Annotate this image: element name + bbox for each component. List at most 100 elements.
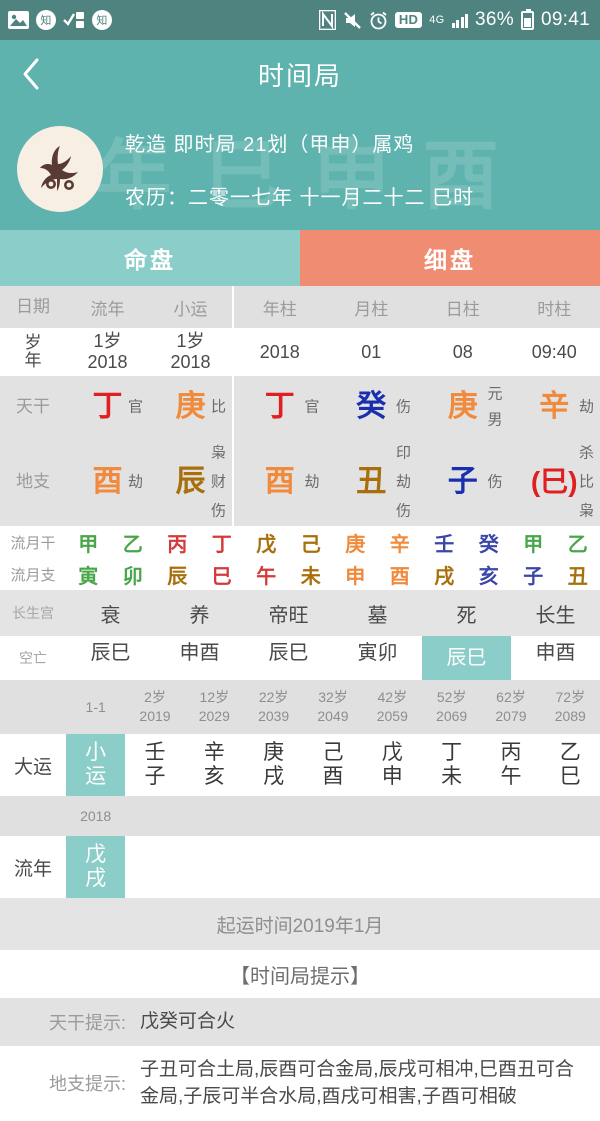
liuyue-zhi-cell-9[interactable]: 亥 <box>467 560 512 589</box>
dayun-cell-7[interactable]: 丙午 <box>481 734 540 796</box>
liuyue-zhi-cell-11[interactable]: 丑 <box>556 560 600 589</box>
kongwang-cell-5: 申酉 <box>511 636 600 680</box>
liuyue-gan-cell-3[interactable]: 丁 <box>200 528 245 557</box>
tiangan-label: 天干 <box>0 376 66 438</box>
dizhi-tip-row: 地支提示: 子丑可合土局,辰酉可合金局,辰戌可相冲,巳酉丑可合金局,子辰可半合水… <box>0 1046 600 1121</box>
liuyue-zhi-cell-2[interactable]: 辰 <box>155 560 200 589</box>
liuyue-gan-cell-7[interactable]: 辛 <box>378 528 423 557</box>
kongwang-cell-2: 辰巳 <box>244 636 333 680</box>
hidden-gods-1: 印 劫 伤 <box>396 446 411 519</box>
tab-xipan[interactable]: 细盘 <box>300 230 600 286</box>
liunian-header-row: 2018 <box>0 796 600 836</box>
right-tiangan-cell-3[interactable]: 辛 劫 <box>509 376 600 438</box>
god-label: 比 <box>579 475 594 490</box>
liunian-cell-6[interactable] <box>422 836 481 898</box>
left-pillars: 天干 丁 官 庚 比 地支 酉 劫 辰 枭 <box>0 376 232 526</box>
dayun-cell-8[interactable]: 乙巳 <box>541 734 600 796</box>
god-label: 伤 <box>211 504 226 519</box>
avatar[interactable] <box>17 126 103 212</box>
liuyue-gan-cell-5[interactable]: 己 <box>289 528 334 557</box>
liuyue-zhi-cell-3[interactable]: 巳 <box>200 560 245 589</box>
liuyue-zhi-cell-8[interactable]: 戌 <box>422 560 467 589</box>
dayun-year: 2049 <box>317 707 348 726</box>
chart-left-panel: 日期 流年 小运 岁 年 1岁 2018 1岁 2018 天干 丁 <box>0 286 232 526</box>
tiangan-tip-row: 天干提示: 戊癸可合火 <box>0 998 600 1046</box>
dayun-zhi: 亥 <box>204 765 225 789</box>
dayun-cell-6[interactable]: 丁未 <box>422 734 481 796</box>
ganzhi-char: 庚 <box>176 392 206 422</box>
dayun-cell-2[interactable]: 辛亥 <box>185 734 244 796</box>
liunian-cell-5[interactable] <box>363 836 422 898</box>
liunian-cell-1[interactable] <box>125 836 184 898</box>
chart-area: 日期 流年 小运 岁 年 1岁 2018 1岁 2018 天干 丁 <box>0 286 600 526</box>
tab-mingpan[interactable]: 命盘 <box>0 230 300 286</box>
liunian-zhi: 戌 <box>85 867 106 891</box>
dayun-gan: 小 <box>85 741 106 765</box>
dayun-gan: 庚 <box>263 741 284 765</box>
back-button[interactable] <box>0 40 62 108</box>
dayun-cell-5[interactable]: 戊申 <box>363 734 422 796</box>
right-dizhi-cell-1[interactable]: 丑 印 劫 伤 <box>326 438 418 526</box>
liuyue-gan-cell-9[interactable]: 癸 <box>467 528 512 557</box>
hidden-gods-0: 劫 <box>128 475 143 490</box>
god-label: 劫 <box>304 475 319 490</box>
liunian-gan: 戊 <box>85 843 106 867</box>
dayun-header-cell-2: 12岁2029 <box>185 680 244 734</box>
ten-gods-0: 官 <box>304 400 319 415</box>
dayun-header-cell-3: 22岁2039 <box>244 680 303 734</box>
liunian-header-cell-2 <box>185 808 244 824</box>
dayun-cell-3[interactable]: 庚戌 <box>244 734 303 796</box>
dayun-zhi: 酉 <box>322 765 343 789</box>
left-tiangan-cell-0[interactable]: 丁 官 <box>66 376 149 438</box>
liuyue-zhi-cell-4[interactable]: 午 <box>244 560 289 589</box>
right-dizhi-cell-0[interactable]: 酉 劫 <box>234 438 326 526</box>
right-tiangan-cell-1[interactable]: 癸 伤 <box>326 376 418 438</box>
profile-line-1: 乾造 即时局 21划（甲申）属鸡 <box>125 128 474 157</box>
left-dizhi-cell-1[interactable]: 辰 枭 财 伤 <box>149 438 232 526</box>
liuyue-gan-cell-6[interactable]: 庚 <box>333 528 378 557</box>
right-dizhi-cell-2[interactable]: 子 伤 <box>417 438 509 526</box>
status-bar-right-icons: HD 4G 36% 09:41 <box>319 9 590 31</box>
liunian-cell-8[interactable] <box>541 836 600 898</box>
liunian-header-cell-5 <box>363 808 422 824</box>
header-month-pillar: 月柱 <box>326 295 418 320</box>
signal-icon <box>452 12 469 28</box>
liuyue-zhi-cell-1[interactable]: 卯 <box>111 560 156 589</box>
liunian-cell-3[interactable] <box>244 836 303 898</box>
liuyue-zhi-cell-10[interactable]: 子 <box>511 560 556 589</box>
liuyue-gan-cell-0[interactable]: 甲 <box>66 528 111 557</box>
profile-banner: 年 巳 申 酉 乾造 即时局 21划（甲申）属鸡 农历：二零一七年 十一月二十二… <box>0 108 600 230</box>
liuyue-gan-cell-2[interactable]: 丙 <box>155 528 200 557</box>
left-tiangan-row: 天干 丁 官 庚 比 <box>0 376 232 438</box>
right-tiangan-cell-0[interactable]: 丁 官 <box>234 376 326 438</box>
liuyue-gan-cell-11[interactable]: 乙 <box>556 528 600 557</box>
left-tiangan-cell-1[interactable]: 庚 比 <box>149 376 232 438</box>
dayun-zhi: 未 <box>441 765 462 789</box>
liuyue-zhi-cell-0[interactable]: 寅 <box>66 560 111 589</box>
dayun-year: 2019 <box>139 707 170 726</box>
liunian-cell-7[interactable] <box>481 836 540 898</box>
right-tiangan-cell-2[interactable]: 庚 元 男 <box>417 376 509 438</box>
dayun-cell-1[interactable]: 壬子 <box>125 734 184 796</box>
dayun-cell-4[interactable]: 己酉 <box>303 734 362 796</box>
liuyue-gan-cell-10[interactable]: 甲 <box>511 528 556 557</box>
date-hour: 09:40 <box>509 342 600 363</box>
liunian-cell-4[interactable] <box>303 836 362 898</box>
liuyue-gan-cell-1[interactable]: 乙 <box>111 528 156 557</box>
clock-time: 09:41 <box>541 9 590 31</box>
liuyue-zhi-cell-5[interactable]: 未 <box>289 560 334 589</box>
liunian-age: 1岁 <box>93 331 121 352</box>
god-label: 伤 <box>396 400 411 415</box>
ganzhi-char: 丁 <box>265 392 295 422</box>
dayun-zhi: 运 <box>85 765 106 789</box>
liunian-year: 2018 <box>87 352 127 373</box>
liuyue-zhi-cell-6[interactable]: 申 <box>333 560 378 589</box>
liuyue-gan-cell-4[interactable]: 戊 <box>244 528 289 557</box>
liunian-cell-0[interactable]: 戊戌 <box>66 836 125 898</box>
liuyue-gan-cell-8[interactable]: 壬 <box>422 528 467 557</box>
dayun-cell-0[interactable]: 小运 <box>66 734 125 796</box>
liuyue-zhi-cell-7[interactable]: 酉 <box>378 560 423 589</box>
liunian-cell-2[interactable] <box>185 836 244 898</box>
left-dizhi-cell-0[interactable]: 酉 劫 <box>66 438 149 526</box>
right-dizhi-cell-3[interactable]: (巳) 杀 比 枭 <box>509 438 600 526</box>
